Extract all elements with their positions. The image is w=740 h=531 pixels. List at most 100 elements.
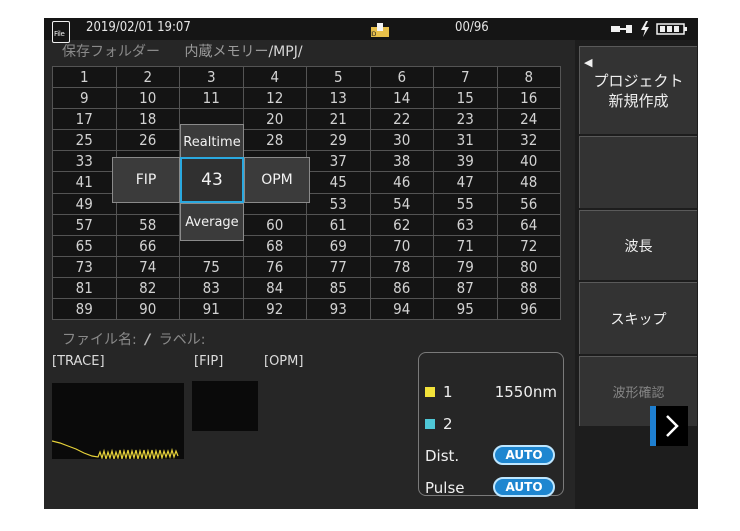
channel-cell[interactable]: 39 [434,151,497,172]
channel-cell[interactable]: 83 [180,277,243,298]
nav-realtime[interactable]: Realtime [180,124,244,160]
channel-cell[interactable]: 72 [497,235,560,256]
channel-cell[interactable]: 6 [370,67,433,88]
channel-cell[interactable]: 37 [307,151,370,172]
channel-cell[interactable]: 85 [307,277,370,298]
new-project-button[interactable]: ◀ プロジェクト 新規作成 [579,46,697,134]
channel-cell[interactable]: 11 [180,88,243,109]
channel-cell[interactable]: 30 [370,130,433,151]
channel-cell[interactable]: 71 [434,235,497,256]
channel-cell[interactable]: 58 [116,214,179,235]
channel-cell[interactable]: 21 [307,109,370,130]
channel-cell[interactable]: 57 [53,214,116,235]
channel-cell[interactable]: 2 [116,67,179,88]
channel-cell[interactable]: 75 [180,256,243,277]
dist-auto-badge[interactable]: AUTO [493,445,555,465]
pulse-auto-badge[interactable]: AUTO [493,477,555,497]
channel-cell[interactable]: 56 [497,193,560,214]
channel-cell[interactable]: 55 [434,193,497,214]
channel-cell[interactable]: 47 [434,172,497,193]
channel-cell[interactable]: 73 [53,256,116,277]
channel-cell[interactable]: 62 [370,214,433,235]
channel-cell[interactable]: 84 [243,277,306,298]
channel-cell[interactable]: 48 [497,172,560,193]
channel-cell[interactable]: 46 [370,172,433,193]
channel-cell[interactable]: 77 [307,256,370,277]
channel-cell[interactable]: 32 [497,130,560,151]
channel-cell[interactable]: 96 [497,298,560,319]
channel-cell[interactable]: 20 [243,109,306,130]
channel-cell[interactable]: 64 [497,214,560,235]
channel-cell[interactable]: 90 [116,298,179,319]
channel-cell[interactable]: 25 [53,130,116,151]
channel-cell[interactable]: 87 [434,277,497,298]
channel-cell[interactable]: 4 [243,67,306,88]
channel-cell[interactable]: 70 [370,235,433,256]
channel-cell[interactable]: 91 [180,298,243,319]
channel-cell[interactable]: 38 [370,151,433,172]
nav-selected-channel[interactable]: 43 [180,157,244,203]
channel-cell[interactable]: 28 [243,130,306,151]
channel-cell[interactable]: 33 [53,151,116,172]
channel-cell[interactable]: 8 [497,67,560,88]
channel-cell[interactable]: 13 [307,88,370,109]
channel-cell[interactable]: 63 [434,214,497,235]
channel-cell[interactable]: 40 [497,151,560,172]
channel-cell[interactable]: 94 [370,298,433,319]
channel-cell[interactable]: 23 [434,109,497,130]
channel-cell[interactable]: 24 [497,109,560,130]
channel-cell[interactable]: 78 [370,256,433,277]
trace-thumbnail[interactable] [51,383,184,462]
save-folder-bar: 保存フォルダー 内蔵メモリー/MPJ/ [62,41,303,61]
channel-cell[interactable]: 10 [116,88,179,109]
channel-cell[interactable]: 54 [370,193,433,214]
channel-cell[interactable]: 79 [434,256,497,277]
dist-label: Dist. [425,447,460,465]
channel-cell[interactable]: 93 [307,298,370,319]
nav-opm[interactable]: OPM [244,157,310,203]
channel-cell[interactable]: 14 [370,88,433,109]
channel-cell[interactable]: 26 [116,130,179,151]
channel-cell[interactable]: 61 [307,214,370,235]
channel-cell[interactable]: 82 [116,277,179,298]
channel-cell[interactable]: 7 [434,67,497,88]
channel-cell[interactable]: 22 [370,109,433,130]
nav-average[interactable]: Average [180,203,244,241]
channel-cell[interactable]: 69 [307,235,370,256]
channel-cell[interactable]: 5 [307,67,370,88]
file-icon[interactable]: File [52,21,70,43]
channel-cell[interactable]: 31 [434,130,497,151]
channel-cell[interactable]: 53 [307,193,370,214]
fip-thumbnail[interactable] [192,381,258,431]
channel-cell[interactable]: 29 [307,130,370,151]
channel-cell[interactable]: 9 [53,88,116,109]
channel-cell[interactable]: 74 [116,256,179,277]
wavelength-button[interactable]: 波長 [579,210,697,280]
blank-menu-button[interactable] [579,136,697,208]
channel-cell[interactable]: 49 [53,193,116,214]
channel-cell[interactable]: 18 [116,109,179,130]
channel-cell[interactable]: 65 [53,235,116,256]
channel-cell[interactable]: 88 [497,277,560,298]
channel-cell[interactable]: 86 [370,277,433,298]
channel-cell[interactable]: 60 [243,214,306,235]
channel-cell[interactable]: 12 [243,88,306,109]
channel-cell[interactable]: 89 [53,298,116,319]
channel-cell[interactable]: 3 [180,67,243,88]
channel-cell[interactable]: 76 [243,256,306,277]
channel-cell[interactable]: 1 [53,67,116,88]
nav-fip[interactable]: FIP [112,157,180,203]
channel-cell[interactable]: 68 [243,235,306,256]
channel-cell[interactable]: 17 [53,109,116,130]
channel-cell[interactable]: 95 [434,298,497,319]
channel-cell[interactable]: 41 [53,172,116,193]
channel-cell[interactable]: 16 [497,88,560,109]
channel-cell[interactable]: 66 [116,235,179,256]
skip-button[interactable]: スキップ [579,282,697,354]
channel-cell[interactable]: 15 [434,88,497,109]
channel-cell[interactable]: 92 [243,298,306,319]
channel-cell[interactable]: 45 [307,172,370,193]
channel-cell[interactable]: 81 [53,277,116,298]
next-page-button[interactable] [650,406,688,446]
channel-cell[interactable]: 80 [497,256,560,277]
